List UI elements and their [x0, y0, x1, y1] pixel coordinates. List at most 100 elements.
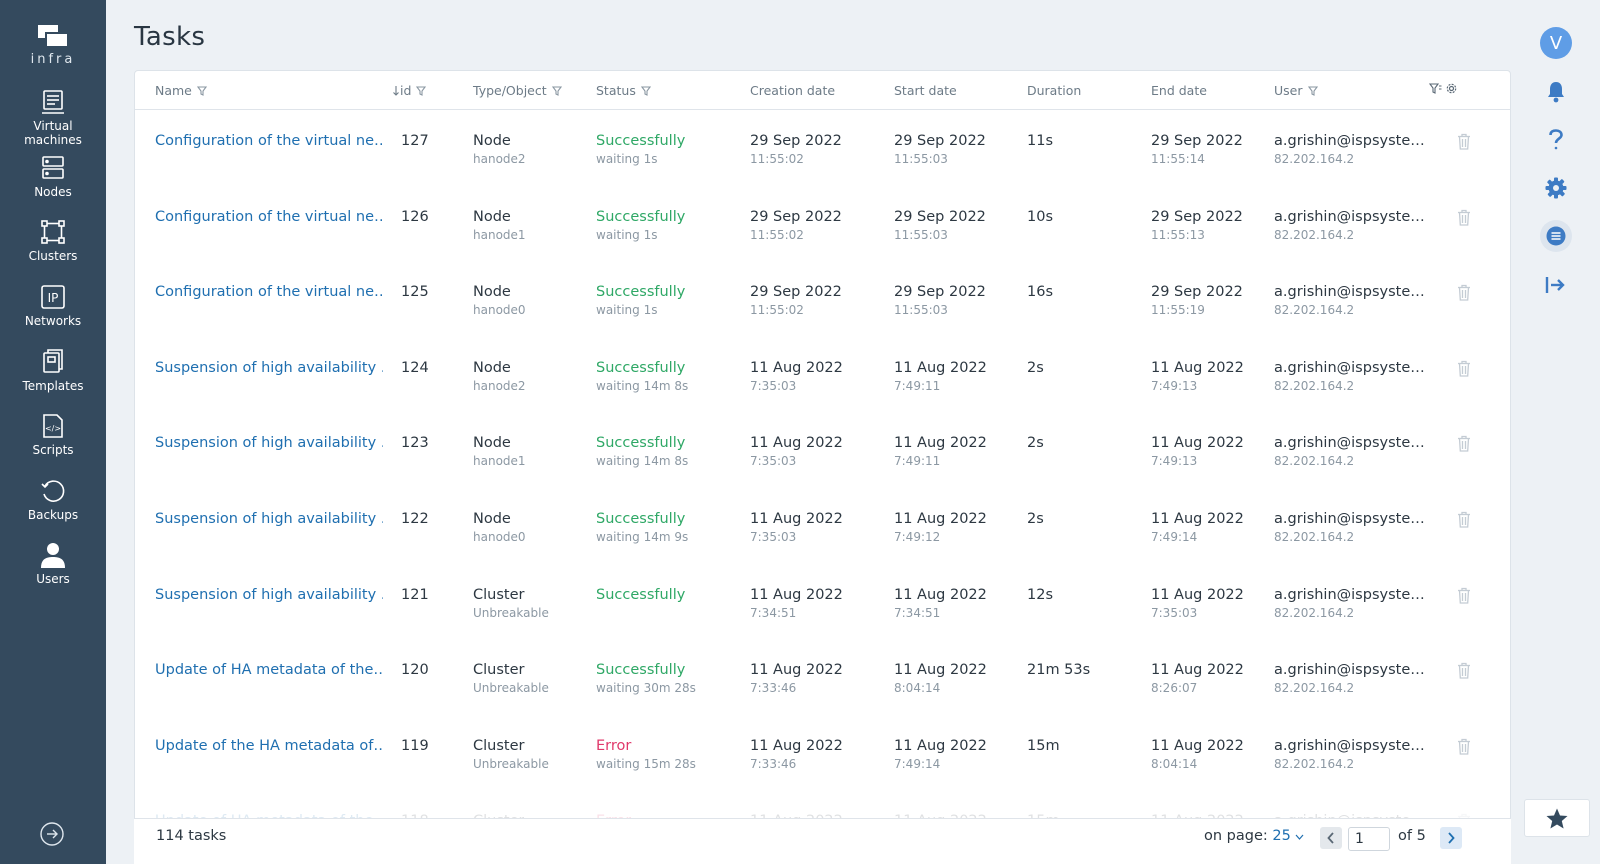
column-header-type[interactable]: Type/Object — [473, 83, 562, 98]
notifications-button[interactable] — [1540, 76, 1572, 108]
table-row[interactable]: Suspension of high availability … 124 Node… — [135, 338, 1510, 415]
next-page-button[interactable] — [1440, 827, 1462, 849]
table-row[interactable]: Configuration of the virtual ne… 125 Node h… — [135, 262, 1510, 339]
table-row[interactable]: Suspension of high availability … 122 Node… — [135, 489, 1510, 566]
task-user: a.grishin@ispsyste… — [1274, 133, 1424, 149]
sidebar-label: Clusters — [28, 249, 78, 263]
delete-task-button[interactable] — [1457, 284, 1471, 305]
task-user: a.grishin@ispsyste… — [1274, 738, 1424, 754]
filter-settings-icon[interactable] — [1429, 83, 1442, 94]
logout-button[interactable] — [1540, 269, 1572, 301]
gear-icon[interactable] — [1446, 83, 1457, 94]
table-row[interactable]: Update of the HA metadata of… 119 Cluster U… — [135, 716, 1510, 793]
delete-task-button[interactable] — [1457, 209, 1471, 230]
task-name-link[interactable]: Suspension of high availability … — [155, 509, 383, 529]
trash-icon — [1458, 738, 1470, 755]
sidebar-label: Virtual machines — [24, 119, 82, 147]
column-header-status[interactable]: Status — [596, 83, 651, 98]
per-page-control: on page: 25 — [1204, 828, 1304, 844]
sidebar-item-templates[interactable]: Templates — [0, 349, 106, 393]
star-icon — [1546, 808, 1568, 828]
task-duration: 12s — [1027, 587, 1054, 603]
task-object: hanode2 — [473, 379, 526, 393]
table-row[interactable]: Suspension of high availability … 121 Clus… — [135, 565, 1510, 642]
creation-time: 7:34:51 — [750, 606, 797, 620]
logo[interactable]: infra — [0, 24, 106, 67]
clusters-icon — [41, 220, 65, 244]
table-row[interactable]: Configuration of the virtual ne… 126 Node h… — [135, 187, 1510, 264]
task-user: a.grishin@ispsyste… — [1274, 284, 1424, 300]
tasks-button[interactable] — [1540, 220, 1572, 252]
chevron-right-icon — [1448, 832, 1455, 844]
task-id: 123 — [401, 435, 429, 451]
delete-task-button[interactable] — [1457, 360, 1471, 381]
page-number-input[interactable] — [1348, 827, 1390, 851]
filter-icon[interactable] — [196, 85, 207, 96]
creation-time: 11:55:02 — [750, 228, 804, 242]
task-name-link[interactable]: Update of HA metadata of the… — [155, 660, 383, 680]
prev-page-button[interactable] — [1320, 827, 1342, 849]
sidebar-item-networks[interactable]: IP Networks — [0, 284, 106, 328]
task-type: Node — [473, 284, 511, 300]
delete-task-button[interactable] — [1457, 662, 1471, 683]
filter-icon[interactable] — [1307, 85, 1318, 96]
svg-text:</>: </> — [45, 424, 61, 433]
trash-icon — [1458, 133, 1470, 150]
delete-task-button[interactable] — [1457, 511, 1471, 532]
sidebar-item-users[interactable]: Users — [0, 542, 106, 586]
trash-icon — [1458, 587, 1470, 604]
start-date: 29 Sep 2022 — [894, 133, 986, 149]
settings-button[interactable] — [1540, 172, 1572, 204]
task-id: 120 — [401, 662, 429, 678]
table-row[interactable]: Configuration of the virtual ne… 127 Node h… — [135, 111, 1510, 188]
column-header-creation-date[interactable]: Creation date — [750, 83, 835, 98]
column-header-start-date[interactable]: Start date — [894, 83, 957, 98]
task-name-link[interactable]: Suspension of high availability … — [155, 358, 383, 378]
sidebar-item-scripts[interactable]: </> Scripts — [0, 413, 106, 457]
templates-icon — [43, 349, 63, 373]
end-date: 11 Aug 2022 — [1151, 360, 1244, 376]
user-ip: 82.202.164.2 — [1274, 228, 1355, 242]
filter-icon[interactable] — [416, 85, 427, 96]
column-header-id[interactable]: id — [393, 83, 427, 98]
task-name-link[interactable]: Configuration of the virtual ne… — [155, 131, 383, 151]
sidebar-item-nodes[interactable]: Nodes — [0, 155, 106, 199]
column-header-user[interactable]: User — [1274, 83, 1318, 98]
favorites-button[interactable] — [1524, 799, 1590, 837]
task-status: Successfully — [596, 284, 686, 300]
task-object: hanode0 — [473, 303, 526, 317]
end-date: 11 Aug 2022 — [1151, 587, 1244, 603]
task-name-link[interactable]: Configuration of the virtual ne… — [155, 207, 383, 227]
table-row[interactable]: Update of HA metadata of the… 120 Cluster U… — [135, 640, 1510, 717]
per-page-select[interactable]: 25 — [1272, 828, 1304, 844]
sidebar-item-virtual-machines[interactable]: Virtual machines — [0, 89, 106, 147]
creation-time: 7:35:03 — [750, 379, 797, 393]
start-time: 7:49:11 — [894, 379, 941, 393]
delete-task-button[interactable] — [1457, 738, 1471, 759]
sidebar-item-clusters[interactable]: Clusters — [0, 219, 106, 263]
task-object: hanode2 — [473, 152, 526, 166]
collapse-sidebar-button[interactable] — [39, 821, 65, 847]
task-object: hanode1 — [473, 228, 526, 242]
column-header-end-date[interactable]: End date — [1151, 83, 1207, 98]
sidebar-item-backups[interactable]: Backups — [0, 478, 106, 522]
task-name-link[interactable]: Update of the HA metadata of… — [155, 736, 383, 756]
column-header-duration[interactable]: Duration — [1027, 83, 1081, 98]
creation-date: 11 Aug 2022 — [750, 587, 843, 603]
bell-icon — [1548, 82, 1564, 103]
end-time: 11:55:13 — [1151, 228, 1205, 242]
avatar[interactable]: V — [1540, 27, 1572, 59]
filter-icon[interactable] — [640, 85, 651, 96]
filter-icon[interactable] — [551, 85, 562, 96]
task-name-link[interactable]: Configuration of the virtual ne… — [155, 282, 383, 302]
delete-task-button[interactable] — [1457, 587, 1471, 608]
task-name-link[interactable]: Suspension of high availability … — [155, 585, 383, 605]
task-id: 119 — [401, 738, 429, 754]
column-header-name[interactable]: Name — [155, 83, 207, 98]
help-button[interactable] — [1540, 124, 1572, 156]
table-row[interactable]: Suspension of high availability … 123 Node… — [135, 413, 1510, 490]
delete-task-button[interactable] — [1457, 435, 1471, 456]
task-type: Node — [473, 511, 511, 527]
task-name-link[interactable]: Suspension of high availability … — [155, 433, 383, 453]
delete-task-button[interactable] — [1457, 133, 1471, 154]
